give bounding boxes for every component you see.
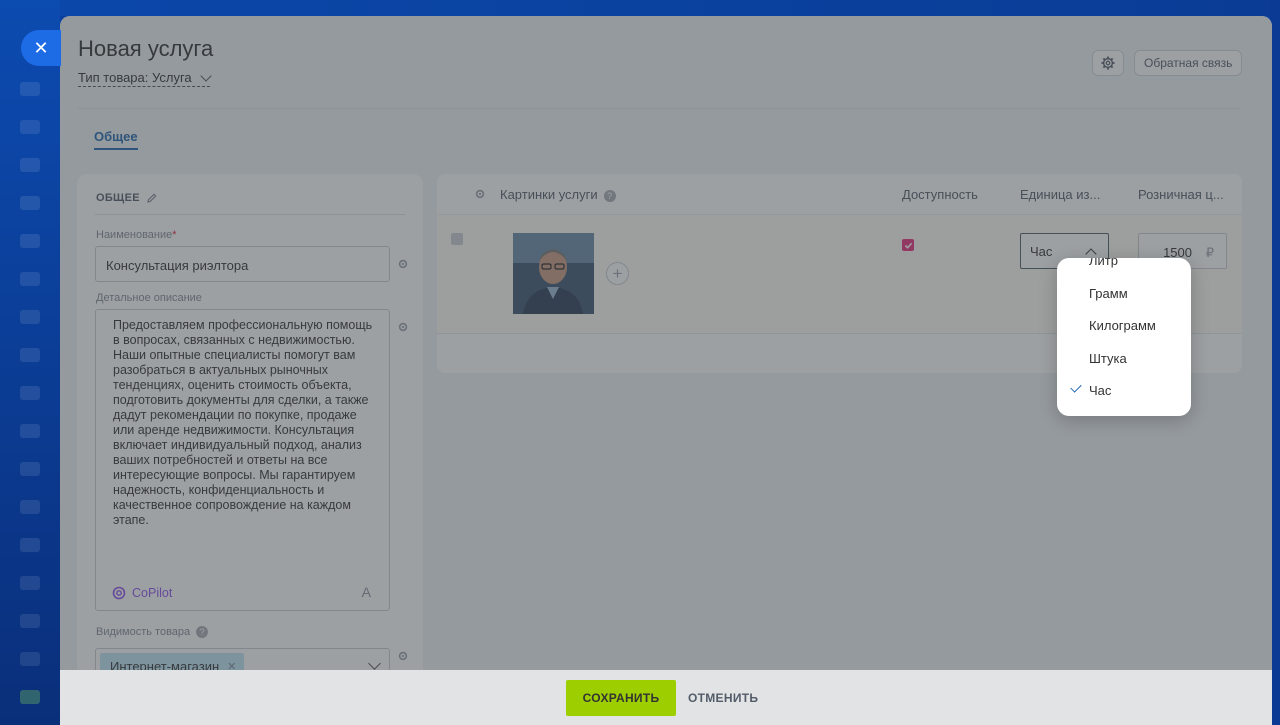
unit-option-gram[interactable]: Грамм: [1089, 286, 1128, 301]
save-button[interactable]: СОХРАНИТЬ: [566, 680, 676, 716]
help-icon[interactable]: ?: [603, 189, 616, 202]
sidebar-placeholder-icon: [20, 424, 40, 438]
description-text: Предоставляем профессиональную помощь в …: [113, 318, 373, 527]
column-header-availability[interactable]: Доступность: [902, 187, 978, 202]
unit-option-liter[interactable]: Литр: [1089, 258, 1118, 268]
required-mark: *: [172, 229, 177, 241]
grid-header: Картинки услуги? Доступность Единица из.…: [437, 174, 1242, 215]
background-top: [0, 0, 1280, 16]
sidebar-placeholder-icon: [20, 500, 40, 514]
checkmark-icon: [1070, 381, 1082, 393]
sidebar-placeholder-icon: [20, 272, 40, 286]
sidebar-placeholder-icon: [20, 196, 40, 210]
copilot-label: CoPilot: [132, 586, 173, 600]
column-settings-gear-icon[interactable]: [474, 188, 486, 200]
help-icon[interactable]: ?: [196, 626, 209, 639]
close-icon: ✕: [33, 37, 49, 58]
name-field-value: Консультация риэлтора: [106, 258, 249, 273]
unit-option-kilogram[interactable]: Килограмм: [1089, 318, 1156, 333]
unit-option-piece[interactable]: Штука: [1089, 351, 1127, 366]
plus-icon: +: [612, 263, 623, 283]
sidebar-placeholder-icon: [20, 310, 40, 324]
title-bar: Новая услуга Тип товара: Услуга: [78, 36, 213, 87]
copilot-icon: [112, 586, 126, 600]
sidebar-placeholder-icon: [20, 348, 40, 362]
row-select-checkbox[interactable]: [451, 233, 463, 245]
add-image-button[interactable]: +: [606, 262, 629, 285]
name-field-label: Наименование*: [96, 229, 177, 241]
sidebar-placeholder-icon: [20, 462, 40, 476]
field-settings-gear-icon[interactable]: [397, 321, 409, 333]
sidebar-placeholder-icon: [20, 82, 40, 96]
copilot-button[interactable]: CoPilot: [112, 586, 172, 600]
column-header-images: Картинки услуги?: [500, 187, 616, 202]
chevron-down-icon: [199, 69, 212, 82]
visibility-field-label: Видимость товара?: [96, 626, 209, 639]
field-settings-gear-icon[interactable]: [397, 258, 409, 270]
unit-option-hour[interactable]: Час: [1089, 383, 1111, 398]
description-field-label: Детальное описание: [96, 292, 202, 304]
close-slider-button[interactable]: ✕: [21, 30, 61, 66]
chevron-down-icon[interactable]: [368, 657, 381, 670]
field-settings-gear-icon[interactable]: [397, 650, 409, 662]
person-photo-icon: [513, 233, 594, 314]
sidebar-placeholder-icon: [20, 614, 40, 628]
tab-general[interactable]: Общее: [94, 129, 138, 150]
cancel-button[interactable]: ОТМЕНИТЬ: [688, 680, 758, 716]
pencil-icon[interactable]: [147, 193, 157, 203]
sidebar-placeholder-icon: [20, 576, 40, 590]
section-header: ОБЩЕЕ: [96, 192, 157, 204]
header-divider: [78, 108, 1240, 109]
unit-dropdown: Литр Грамм Килограмм Штука Час: [1057, 258, 1191, 416]
footer-bar: СОХРАНИТЬ ОТМЕНИТЬ: [60, 670, 1272, 725]
service-image[interactable]: [513, 233, 594, 314]
settings-button[interactable]: [1092, 50, 1124, 76]
availability-checkbox[interactable]: [902, 239, 914, 251]
currency-symbol: ₽: [1205, 245, 1214, 260]
product-type-label: Тип товара: Услуга: [78, 70, 192, 85]
section-title: ОБЩЕЕ: [96, 192, 140, 204]
sidebar-placeholder-icon: [20, 120, 40, 134]
column-header-price[interactable]: Розничная ц...: [1138, 187, 1224, 202]
description-field[interactable]: Предоставляем профессиональную помощь в …: [95, 309, 390, 611]
sidebar-placeholder-icon: [20, 158, 40, 172]
page-title: Новая услуга: [78, 36, 214, 61]
sidebar-placeholder-icon: [20, 386, 40, 400]
gear-icon: [1101, 56, 1115, 70]
sidebar-placeholder-icon: [20, 234, 40, 248]
unit-select-value: Час: [1030, 244, 1053, 259]
sidebar-placeholder-icon: [20, 652, 40, 666]
section-divider: [95, 214, 405, 215]
feedback-button[interactable]: Обратная связь: [1134, 50, 1243, 76]
product-type-selector[interactable]: Тип товара: Услуга: [78, 69, 212, 87]
check-icon: [904, 242, 912, 249]
app-sidebar: [0, 0, 60, 725]
name-field[interactable]: Консультация риэлтора: [95, 246, 390, 282]
general-section-card: ОБЩЕЕ Наименование* Консультация риэлтор…: [77, 174, 423, 725]
text-format-icon[interactable]: A: [362, 584, 371, 600]
sidebar-placeholder-icon: [20, 690, 40, 704]
sidebar-placeholder-icon: [20, 538, 40, 552]
column-header-unit[interactable]: Единица из...: [1020, 187, 1100, 202]
